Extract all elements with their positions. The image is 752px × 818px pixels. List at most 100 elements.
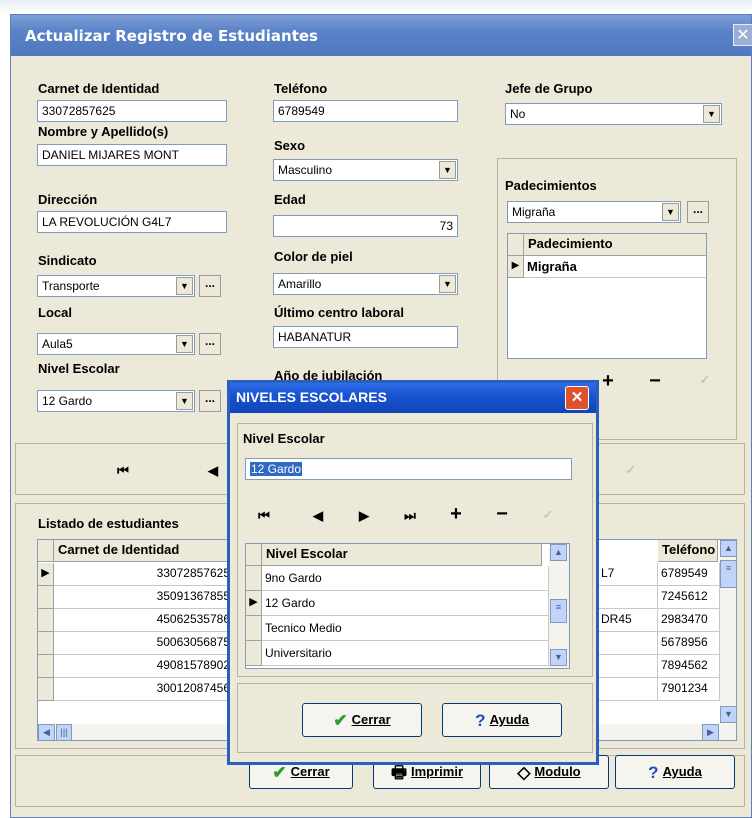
niveles-dialog: NIVELES ESCOLARES ✕ Nivel Escolar 12 Gar… bbox=[227, 380, 599, 765]
padecimiento-header[interactable]: Padecimiento bbox=[524, 234, 706, 256]
telefono-field[interactable]: 6789549 bbox=[273, 100, 458, 122]
dialog-close-button[interactable]: ✕ bbox=[565, 386, 589, 410]
vertical-scrollbar[interactable]: ▲ ≡ ▼ bbox=[720, 540, 736, 724]
centro-field[interactable]: HABANATUR bbox=[273, 326, 458, 348]
delete-icon[interactable]: − bbox=[490, 503, 514, 526]
dropdown-arrow-icon[interactable]: ▼ bbox=[176, 392, 193, 410]
ayuda-button[interactable]: ? Ayuda bbox=[615, 755, 735, 789]
nivel-row[interactable]: Tecnico Medio bbox=[262, 616, 549, 641]
row-indicator[interactable] bbox=[246, 566, 262, 591]
add-icon[interactable]: + bbox=[596, 370, 620, 393]
sexo-label: Sexo bbox=[274, 138, 306, 153]
hscroll-thumb[interactable]: ||| bbox=[56, 724, 72, 740]
sexo-select[interactable]: Masculino ▼ bbox=[273, 159, 458, 181]
student-telefono-cell[interactable]: 7245612 bbox=[658, 586, 720, 609]
grid-corner bbox=[508, 234, 524, 256]
local-more-button[interactable]: ... bbox=[199, 333, 221, 355]
student-carnet-cell[interactable]: 35091367855 bbox=[54, 586, 234, 609]
title-bar: Actualizar Registro de Estudiantes ✕ bbox=[11, 15, 752, 56]
student-telefono-cell[interactable]: 7894562 bbox=[658, 655, 720, 678]
row-indicator[interactable] bbox=[38, 609, 54, 632]
dropdown-arrow-icon[interactable]: ▼ bbox=[439, 275, 456, 293]
delete-icon[interactable]: − bbox=[643, 370, 667, 393]
row-indicator[interactable] bbox=[246, 616, 262, 641]
student-carnet-cell[interactable]: 30012087456 bbox=[54, 678, 234, 701]
add-icon[interactable]: + bbox=[444, 503, 468, 526]
student-carnet-cell[interactable]: 45062535786 bbox=[54, 609, 234, 632]
row-indicator[interactable] bbox=[246, 641, 262, 666]
nivel-select[interactable]: 12 Gardo ▼ bbox=[37, 390, 195, 412]
student-extra-cell[interactable] bbox=[598, 632, 658, 655]
student-telefono-cell[interactable]: 5678956 bbox=[658, 632, 720, 655]
scroll-right-icon[interactable]: ▶ bbox=[702, 724, 719, 740]
jefe-select[interactable]: No ▼ bbox=[505, 103, 722, 125]
check-icon: ✔ bbox=[272, 762, 287, 782]
row-indicator[interactable] bbox=[38, 632, 54, 655]
nivel-more-button[interactable]: ... bbox=[199, 390, 221, 412]
telefono-column-header[interactable]: Teléfono bbox=[658, 540, 718, 562]
scroll-left-icon[interactable]: ◀ bbox=[38, 724, 55, 740]
centro-label: Último centro laboral bbox=[274, 305, 405, 320]
padecimientos-more-button[interactable]: ... bbox=[687, 201, 709, 223]
carnet-column-header[interactable]: Carnet de Identidad bbox=[54, 540, 234, 562]
close-icon: ✕ bbox=[570, 389, 584, 406]
scroll-thumb[interactable]: ≡ bbox=[550, 599, 567, 623]
nivel-row[interactable]: 9no Gardo bbox=[262, 566, 549, 591]
jefe-value: No bbox=[510, 107, 526, 121]
padecimientos-select[interactable]: Migraña ▼ bbox=[507, 201, 681, 223]
row-indicator[interactable] bbox=[38, 678, 54, 701]
check-icon: ✓ bbox=[699, 372, 711, 387]
row-indicator[interactable] bbox=[38, 586, 54, 609]
nivel-row[interactable]: 12 Gardo bbox=[262, 591, 549, 616]
student-carnet-cell[interactable]: 50063056875 bbox=[54, 632, 234, 655]
row-indicator[interactable]: ▶ bbox=[246, 591, 262, 616]
check-icon: ✓ bbox=[542, 507, 554, 522]
nombre-field[interactable]: DANIEL MIJARES MONT bbox=[37, 144, 227, 166]
local-select[interactable]: Aula5 ▼ bbox=[37, 333, 195, 355]
color-select[interactable]: Amarillo ▼ bbox=[273, 273, 458, 295]
row-indicator[interactable]: ▶ bbox=[38, 563, 54, 586]
student-telefono-cell[interactable]: 2983470 bbox=[658, 609, 720, 632]
row-indicator[interactable] bbox=[38, 655, 54, 678]
student-extra-cell[interactable] bbox=[598, 586, 658, 609]
first-record-icon[interactable]: ⏮ bbox=[111, 463, 135, 479]
dropdown-arrow-icon[interactable]: ▼ bbox=[439, 161, 456, 179]
dropdown-arrow-icon[interactable]: ▼ bbox=[176, 277, 193, 295]
student-carnet-cell[interactable]: 49081578902 bbox=[54, 655, 234, 678]
scroll-thumb[interactable]: ≡ bbox=[720, 560, 736, 588]
padecimiento-row[interactable]: Migraña bbox=[524, 256, 706, 278]
first-record-icon[interactable]: ⏮ bbox=[252, 508, 276, 524]
direccion-field[interactable]: LA REVOLUCIÓN G4L7 bbox=[37, 211, 227, 233]
sindicato-more-button[interactable]: ... bbox=[199, 275, 221, 297]
nivel-escolar-input[interactable]: 12 Gardo bbox=[245, 458, 572, 480]
dialog-ayuda-button[interactable]: ? Ayuda bbox=[442, 703, 562, 737]
student-extra-cell[interactable] bbox=[598, 655, 658, 678]
student-extra-cell[interactable]: DR45 bbox=[598, 609, 658, 632]
student-telefono-cell[interactable]: 6789549 bbox=[658, 563, 720, 586]
dropdown-arrow-icon[interactable]: ▼ bbox=[703, 105, 720, 123]
sindicato-select[interactable]: Transporte ▼ bbox=[37, 275, 195, 297]
prev-record-icon[interactable]: ◀ bbox=[306, 508, 330, 524]
help-icon: ? bbox=[648, 762, 659, 782]
dialog-cerrar-button[interactable]: ✔ Cerrar bbox=[302, 703, 422, 737]
edad-field[interactable]: 73 bbox=[273, 215, 458, 237]
dropdown-arrow-icon[interactable]: ▼ bbox=[662, 203, 679, 221]
student-telefono-cell[interactable]: 7901234 bbox=[658, 678, 720, 701]
nivel-row[interactable]: Universitario bbox=[262, 641, 549, 666]
dialog-vertical-scrollbar[interactable]: ▲ ≡ ▼ bbox=[549, 544, 569, 668]
last-record-icon[interactable]: ⏭ bbox=[398, 508, 422, 524]
scroll-up-icon[interactable]: ▲ bbox=[720, 540, 736, 557]
student-extra-cell[interactable]: L7 bbox=[598, 563, 658, 586]
nivel-column-header[interactable]: Nivel Escolar bbox=[262, 544, 542, 566]
scroll-up-icon[interactable]: ▲ bbox=[550, 544, 567, 561]
next-record-icon[interactable]: ▶ bbox=[352, 508, 376, 524]
prev-record-icon[interactable]: ◀ bbox=[201, 463, 225, 479]
student-carnet-cell[interactable]: 33072857625 bbox=[54, 563, 234, 586]
dropdown-arrow-icon[interactable]: ▼ bbox=[176, 335, 193, 353]
scroll-down-icon[interactable]: ▼ bbox=[720, 706, 736, 723]
scroll-down-icon[interactable]: ▼ bbox=[550, 649, 567, 666]
student-extra-cell[interactable] bbox=[598, 678, 658, 701]
close-button[interactable]: ✕ bbox=[733, 24, 752, 46]
carnet-field[interactable]: 33072857625 bbox=[37, 100, 227, 122]
dialog-title: NIVELES ESCOLARES bbox=[236, 389, 387, 405]
